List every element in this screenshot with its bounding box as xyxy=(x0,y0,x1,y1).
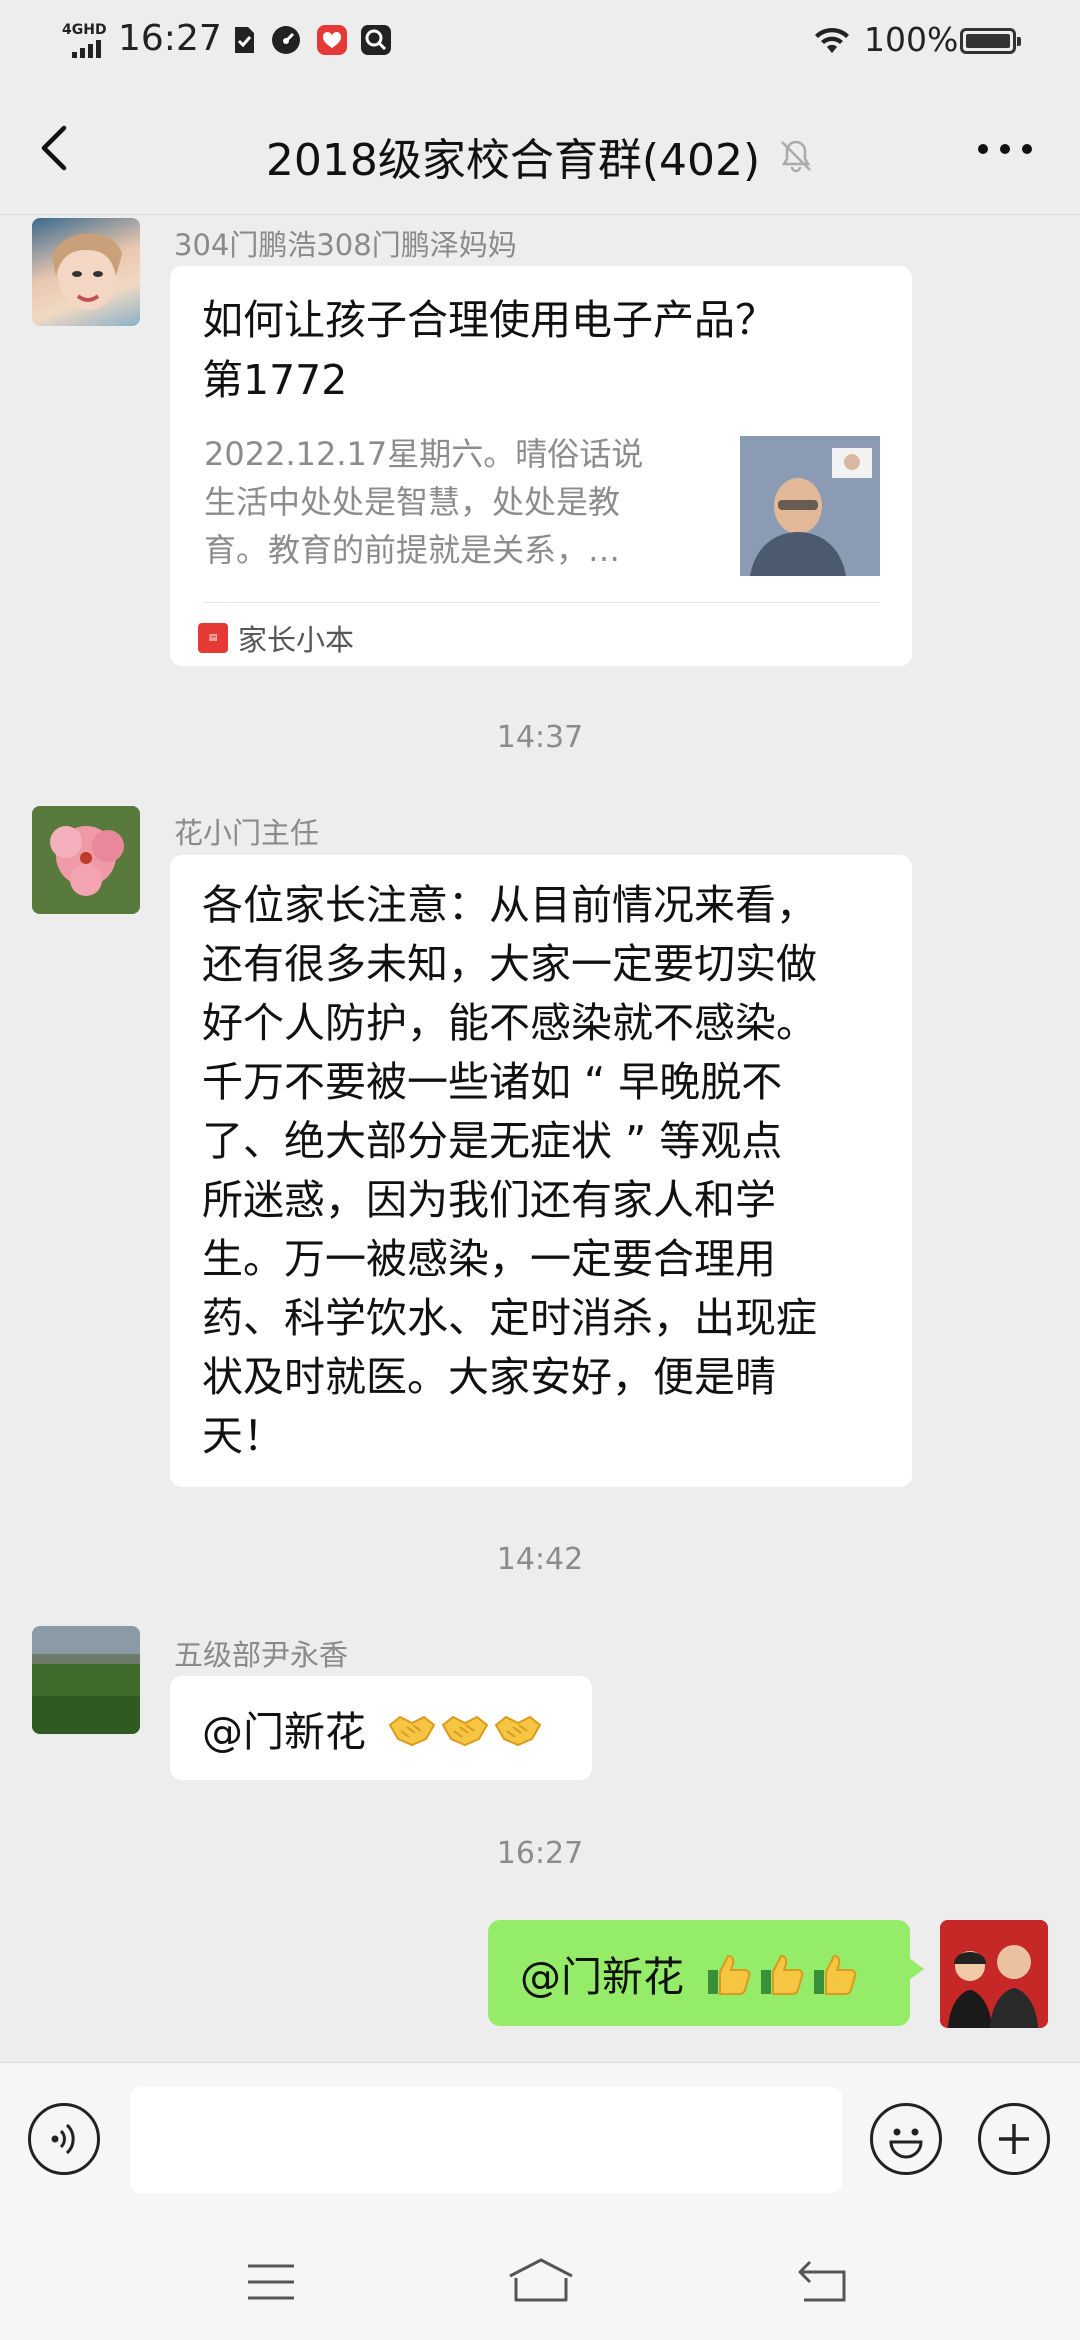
bell-off-icon xyxy=(781,140,812,173)
message-line: 药、科学饮水、定时消杀，出现症 xyxy=(202,1294,817,1342)
battery-percent: 100% xyxy=(864,20,959,59)
app-badge-icon xyxy=(317,25,347,55)
sender-name: 五级部尹永香 xyxy=(174,1638,349,1672)
home-icon[interactable] xyxy=(506,2256,576,2306)
timestamp: 14:42 xyxy=(496,1542,584,1577)
input-bar xyxy=(0,2062,1080,2217)
system-nav-bar xyxy=(0,2216,1080,2340)
link-card-desc-line: 2022.12.17星期六。晴俗话说 xyxy=(204,435,644,473)
sender-name: 花小门主任 xyxy=(174,816,320,850)
my-avatar[interactable] xyxy=(940,1920,1048,2028)
back-nav-icon[interactable] xyxy=(796,2258,850,2304)
message-input[interactable] xyxy=(130,2087,842,2193)
source-logo-icon: ▤ xyxy=(198,623,228,653)
link-card-title-line: 第1772 xyxy=(202,356,348,404)
thumbs-up-emoji xyxy=(814,1954,857,1995)
avatar-image xyxy=(52,233,122,310)
battery-icon xyxy=(960,28,1021,54)
avatar[interactable] xyxy=(32,1626,140,1734)
status-bar: 4GHD 16:27 100% xyxy=(0,0,1080,84)
message-line: 各位家长注意：从目前情况来看， xyxy=(202,881,817,929)
message-line: 好个人防护，能不感染就不感染。 xyxy=(202,999,817,1047)
emoji-icon xyxy=(889,2128,923,2159)
avatar[interactable] xyxy=(32,806,140,914)
menu-icon[interactable] xyxy=(244,2262,298,2302)
network-indicator: 4GHD xyxy=(62,22,112,58)
link-card-divider xyxy=(204,602,880,603)
timestamp: 14:37 xyxy=(496,720,584,755)
plus-circle-icon xyxy=(999,2124,1029,2154)
link-card-title-line: 如何让孩子合理使用电子产品？ xyxy=(202,296,776,344)
speedometer-icon xyxy=(272,26,300,54)
handshake-emoji xyxy=(441,1715,489,1747)
voice-input-button[interactable] xyxy=(28,2103,100,2175)
message-bubble[interactable]: 各位家长注意：从目前情况来看， 还有很多未知，大家一定要切实做 好个人防护，能不… xyxy=(170,855,912,1487)
chat-header: 2018级家校合育群(402) xyxy=(0,84,1080,215)
handshake-emoji xyxy=(388,1715,436,1747)
chat-title-area: 2018级家校合育群(402) xyxy=(0,124,1080,188)
chat-title: 2018级家校合育群(402) xyxy=(265,135,761,186)
message-line: 天！ xyxy=(202,1412,284,1460)
plus-button[interactable] xyxy=(978,2103,1050,2175)
sender-name: 304门鹏浩308门鹏泽妈妈 xyxy=(174,228,517,262)
link-card-title: 如何让孩子合理使用电子产品？ 第1772 xyxy=(202,290,882,410)
search-app-icon xyxy=(361,25,391,55)
emoji-group xyxy=(702,1948,861,1998)
link-card-thumbnail xyxy=(740,436,880,576)
source-name: 家长小本 xyxy=(238,623,355,657)
status-time: 16:27 xyxy=(118,18,222,59)
emoji-button[interactable] xyxy=(870,2103,942,2175)
voice-input-icon xyxy=(51,2123,75,2155)
message-bubble[interactable]: @门新花 xyxy=(170,1676,592,1780)
link-card-description: 2022.12.17星期六。晴俗话说 生活中处处是智慧，处处是教 育。教育的前提… xyxy=(204,430,710,574)
timestamp: 16:27 xyxy=(496,1836,584,1871)
handshake-emoji xyxy=(494,1715,542,1747)
my-message-bubble[interactable]: @门新花 xyxy=(488,1920,924,2026)
message-line: 生。万一被感染，一定要合理用 xyxy=(202,1235,776,1283)
link-card-source: ▤ 家长小本 xyxy=(198,616,354,660)
avatar-image xyxy=(940,1920,1048,2028)
thumbs-up-emoji xyxy=(708,1954,751,1995)
thumbnail-image xyxy=(740,436,880,576)
message-line: 千万不要被一些诸如 “ 早晚脱不 xyxy=(202,1058,783,1106)
link-card-desc-line: 育。教育的前提就是关系，… xyxy=(204,531,621,569)
link-card-desc-line: 生活中处处是智慧，处处是教 xyxy=(204,483,621,521)
signal-bars-icon xyxy=(72,40,101,58)
link-card[interactable]: 如何让孩子合理使用电子产品？ 第1772 2022.12.17星期六。晴俗话说 … xyxy=(170,266,912,666)
avatar-image xyxy=(32,1626,140,1734)
avatar-image xyxy=(32,806,140,914)
mention-text: @门新花 xyxy=(202,1708,366,1756)
emoji-group xyxy=(384,1703,543,1753)
message-line: 状及时就医。大家安好，便是晴 xyxy=(202,1353,776,1401)
message-line: 还有很多未知，大家一定要切实做 xyxy=(202,940,817,988)
avatar[interactable] xyxy=(32,218,140,326)
message-line: 所迷惑，因为我们还有家人和学 xyxy=(202,1176,776,1224)
message-line: 了、绝大部分是无症状 ” 等观点 xyxy=(202,1117,783,1165)
more-dots-button[interactable] xyxy=(970,124,1040,174)
wifi-icon xyxy=(815,27,849,53)
thumbs-up-emoji xyxy=(761,1954,804,1995)
mention-text: @门新花 xyxy=(520,1953,684,2001)
sim-card-icon xyxy=(235,27,254,53)
network-type: 4GHD xyxy=(62,22,107,38)
